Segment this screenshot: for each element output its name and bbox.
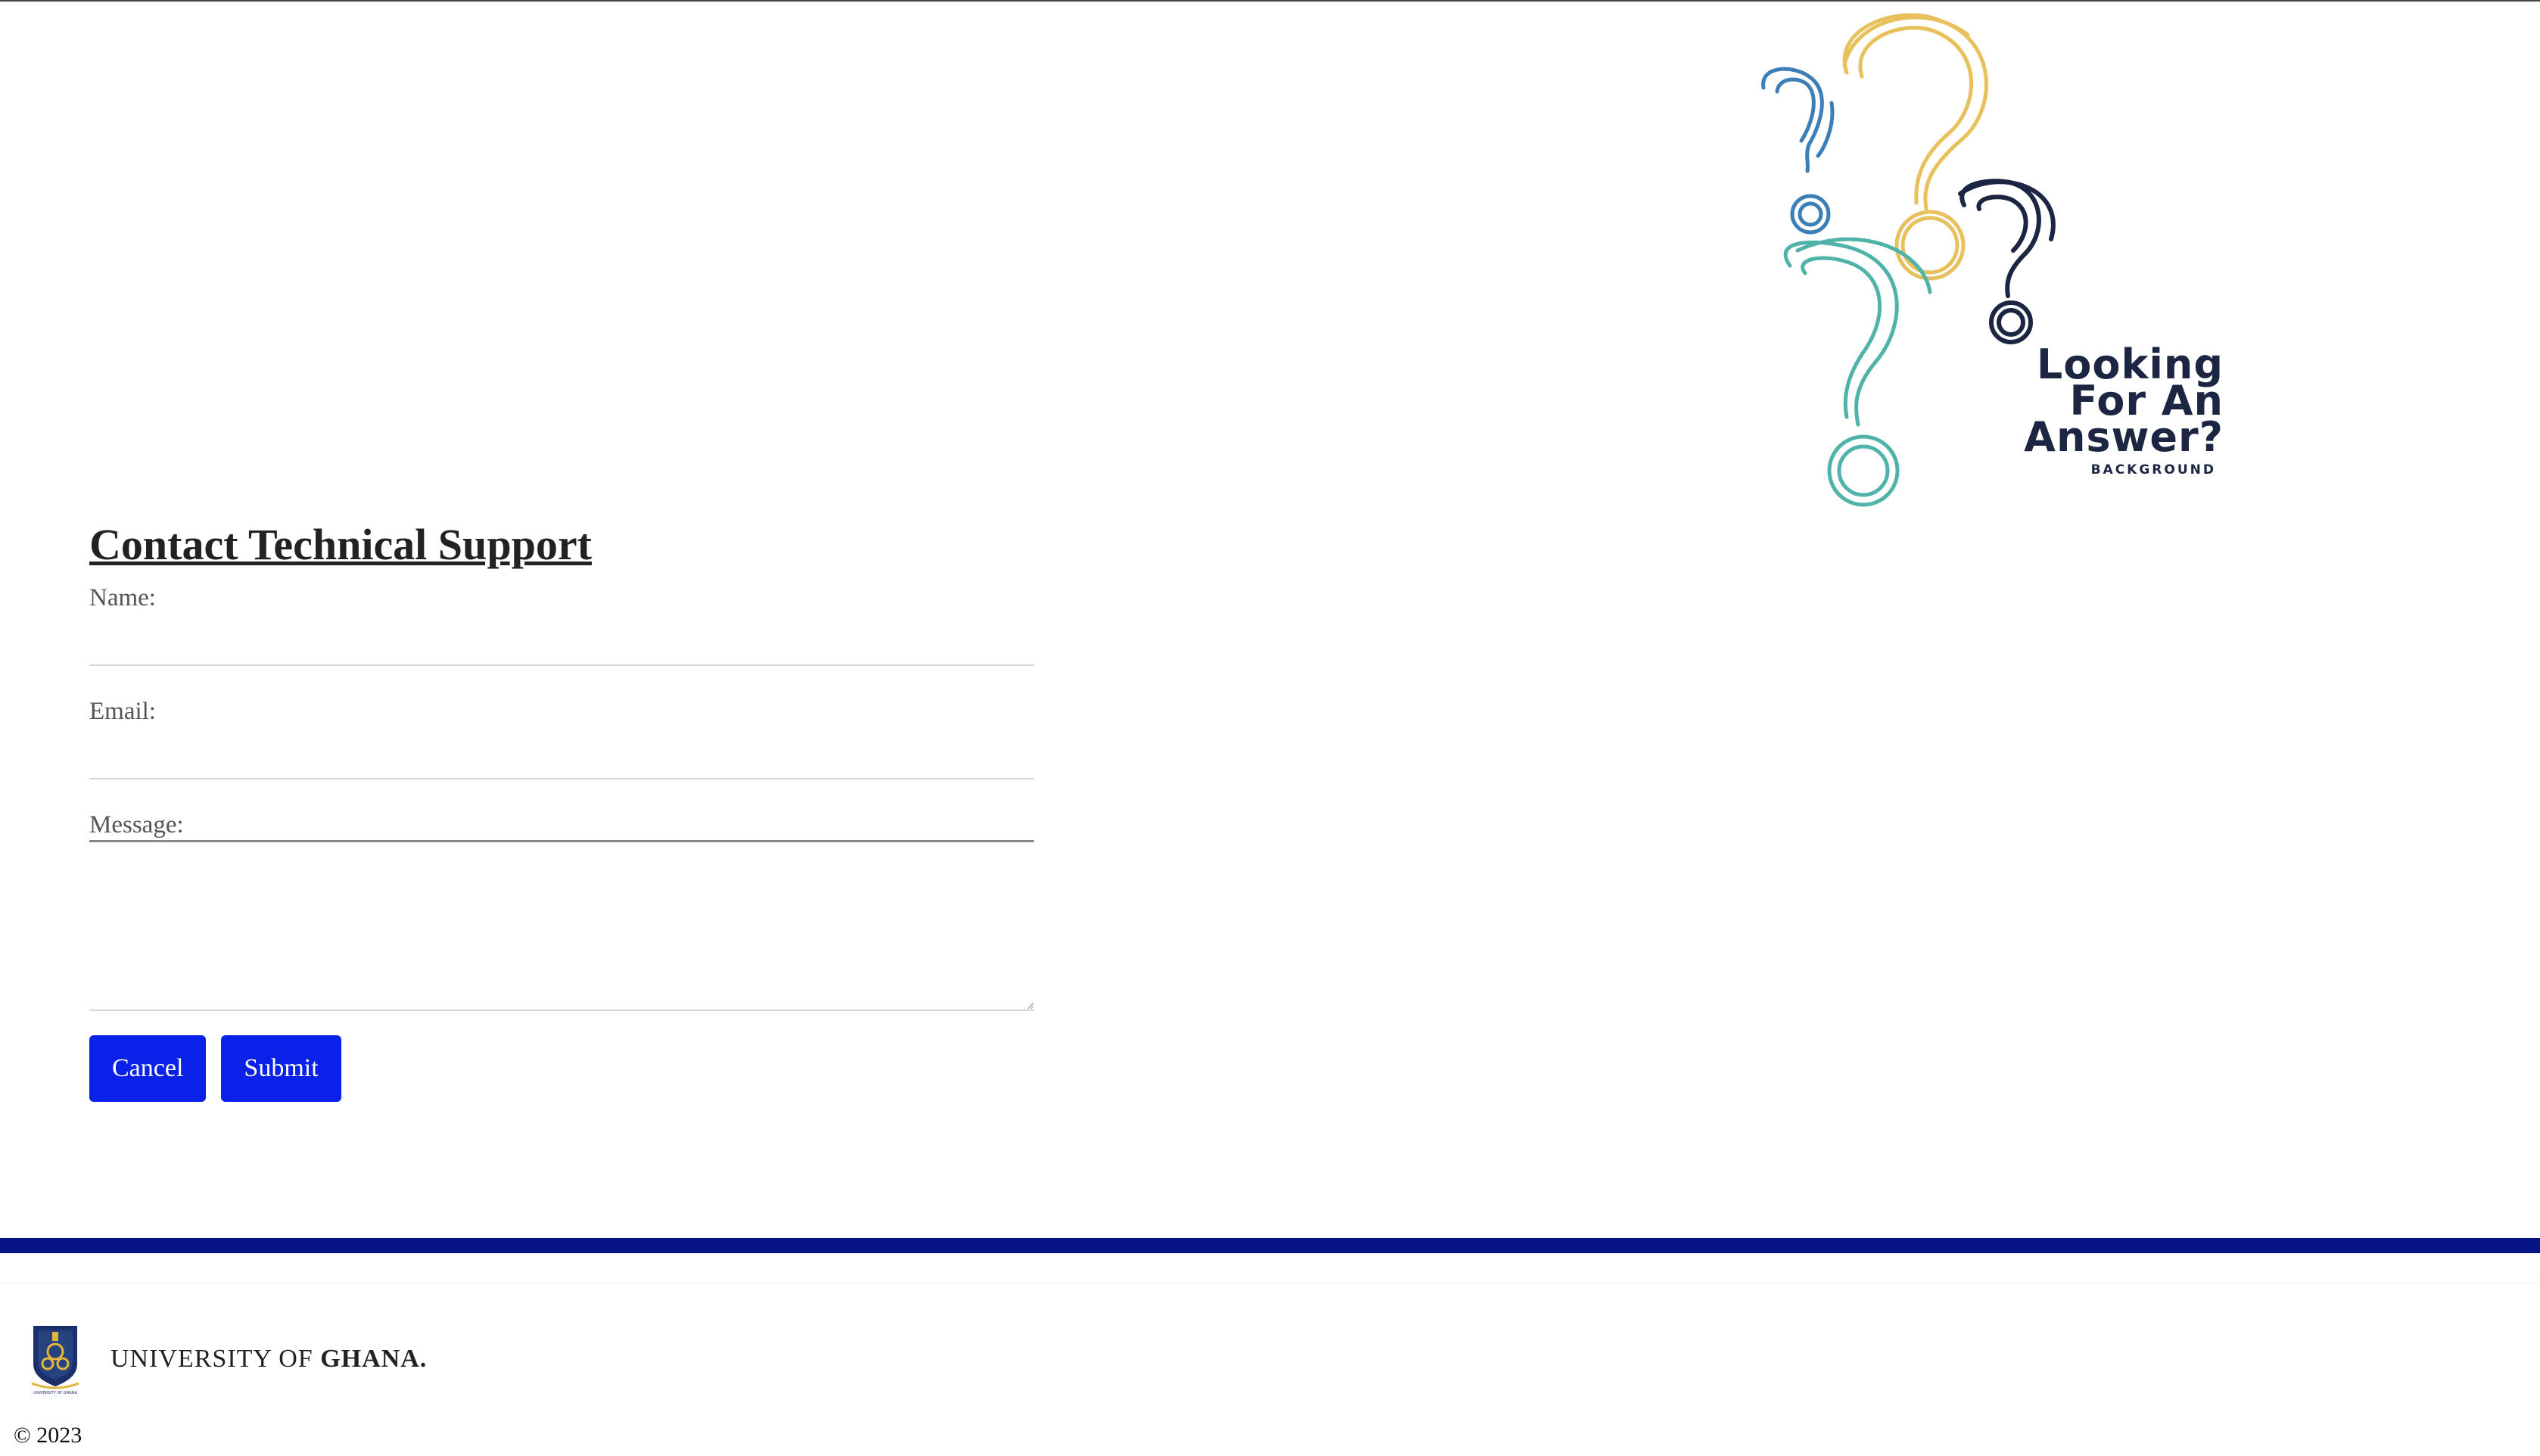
footer-brand: UNIVERSITY OF GHANA UNIVERSITY OF GHANA. — [27, 1323, 427, 1395]
footer-accent-bar — [0, 1238, 2540, 1253]
university-prefix: UNIVERSITY OF — [111, 1345, 321, 1373]
email-label: Email: — [89, 698, 156, 725]
university-name-strong: GHANA. — [320, 1345, 428, 1373]
form-actions: Cancel Submit — [89, 1035, 1035, 1102]
contact-form: Contact Technical Support Name: Email: M… — [89, 515, 1035, 1102]
page-title: Contact Technical Support — [89, 520, 592, 569]
cancel-button[interactable]: Cancel — [89, 1035, 207, 1102]
university-crest-icon: UNIVERSITY OF GHANA — [31, 1326, 79, 1395]
copyright-text: © 2023 — [14, 1423, 82, 1448]
submit-button[interactable]: Submit — [221, 1035, 341, 1102]
message-label: Message: — [89, 811, 184, 838]
top-border — [0, 0, 2540, 2]
illustration-line-3: Answer? — [2024, 413, 2224, 461]
message-textarea[interactable] — [89, 840, 1034, 1011]
name-label: Name: — [89, 584, 156, 611]
name-input[interactable] — [89, 613, 1034, 666]
crest-caption: UNIVERSITY OF GHANA — [33, 1391, 77, 1395]
university-name: UNIVERSITY OF GHANA. — [111, 1345, 427, 1374]
illustration-subtext: BACKGROUND — [2090, 462, 2216, 478]
looking-for-answer-illustration: Looking For An Answer? BACKGROUND — [1748, 5, 2248, 519]
illustration-text: Looking For An Answer? BACKGROUND — [1748, 5, 2248, 519]
email-input[interactable] — [89, 726, 1034, 779]
